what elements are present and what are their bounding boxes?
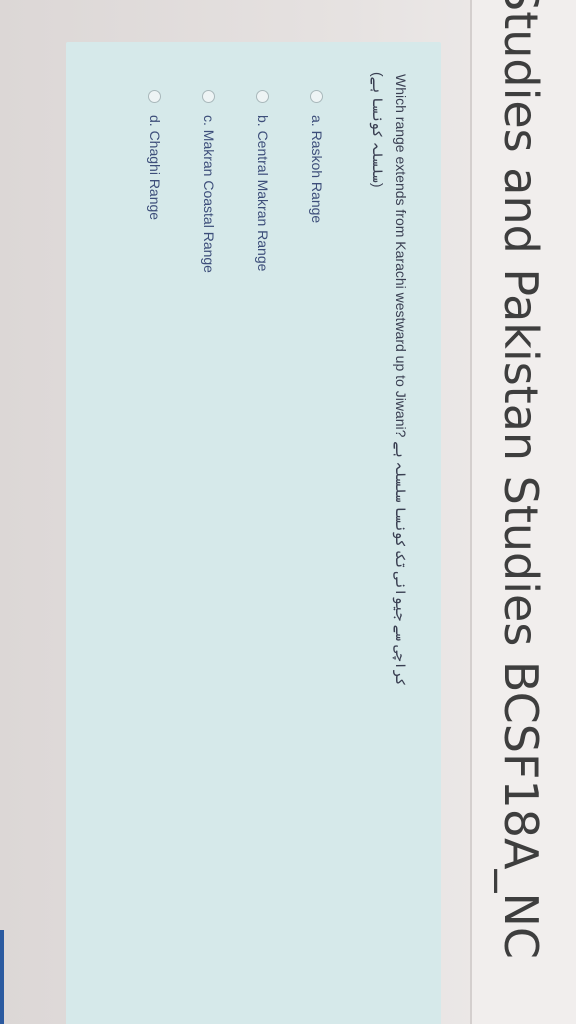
rotated-page-content: Studies and Pakistan Studies BCSF18A_NC … (0, 0, 576, 1024)
option-c[interactable]: c. Makran Coastal Range (197, 90, 221, 273)
radio-button-icon[interactable] (310, 90, 324, 103)
radio-button-icon[interactable] (148, 90, 162, 103)
answer-options: a. Raskoh Range b. Central Makran Range … (113, 90, 329, 273)
course-title: Studies and Pakistan Studies BCSF18A_NC (494, 0, 548, 959)
question-card: Which range extends from Karachi westwar… (66, 42, 441, 1024)
radio-button-icon[interactable] (256, 90, 270, 103)
option-d[interactable]: d. Chaghi Range (143, 90, 167, 273)
question-text: Which range extends from Karachi westwar… (393, 74, 409, 687)
option-label[interactable]: a. Raskoh Range (309, 115, 325, 223)
option-b[interactable]: b. Central Makran Range (251, 90, 275, 273)
radio-button-icon[interactable] (202, 90, 216, 103)
option-label[interactable]: b. Central Makran Range (255, 115, 271, 271)
option-label[interactable]: d. Chaghi Range (147, 115, 163, 220)
option-label[interactable]: c. Makran Coastal Range (201, 115, 217, 273)
question-urdu-text: (سلسلہ کونسا ہے) (370, 72, 386, 188)
option-a[interactable]: a. Raskoh Range (305, 90, 329, 273)
